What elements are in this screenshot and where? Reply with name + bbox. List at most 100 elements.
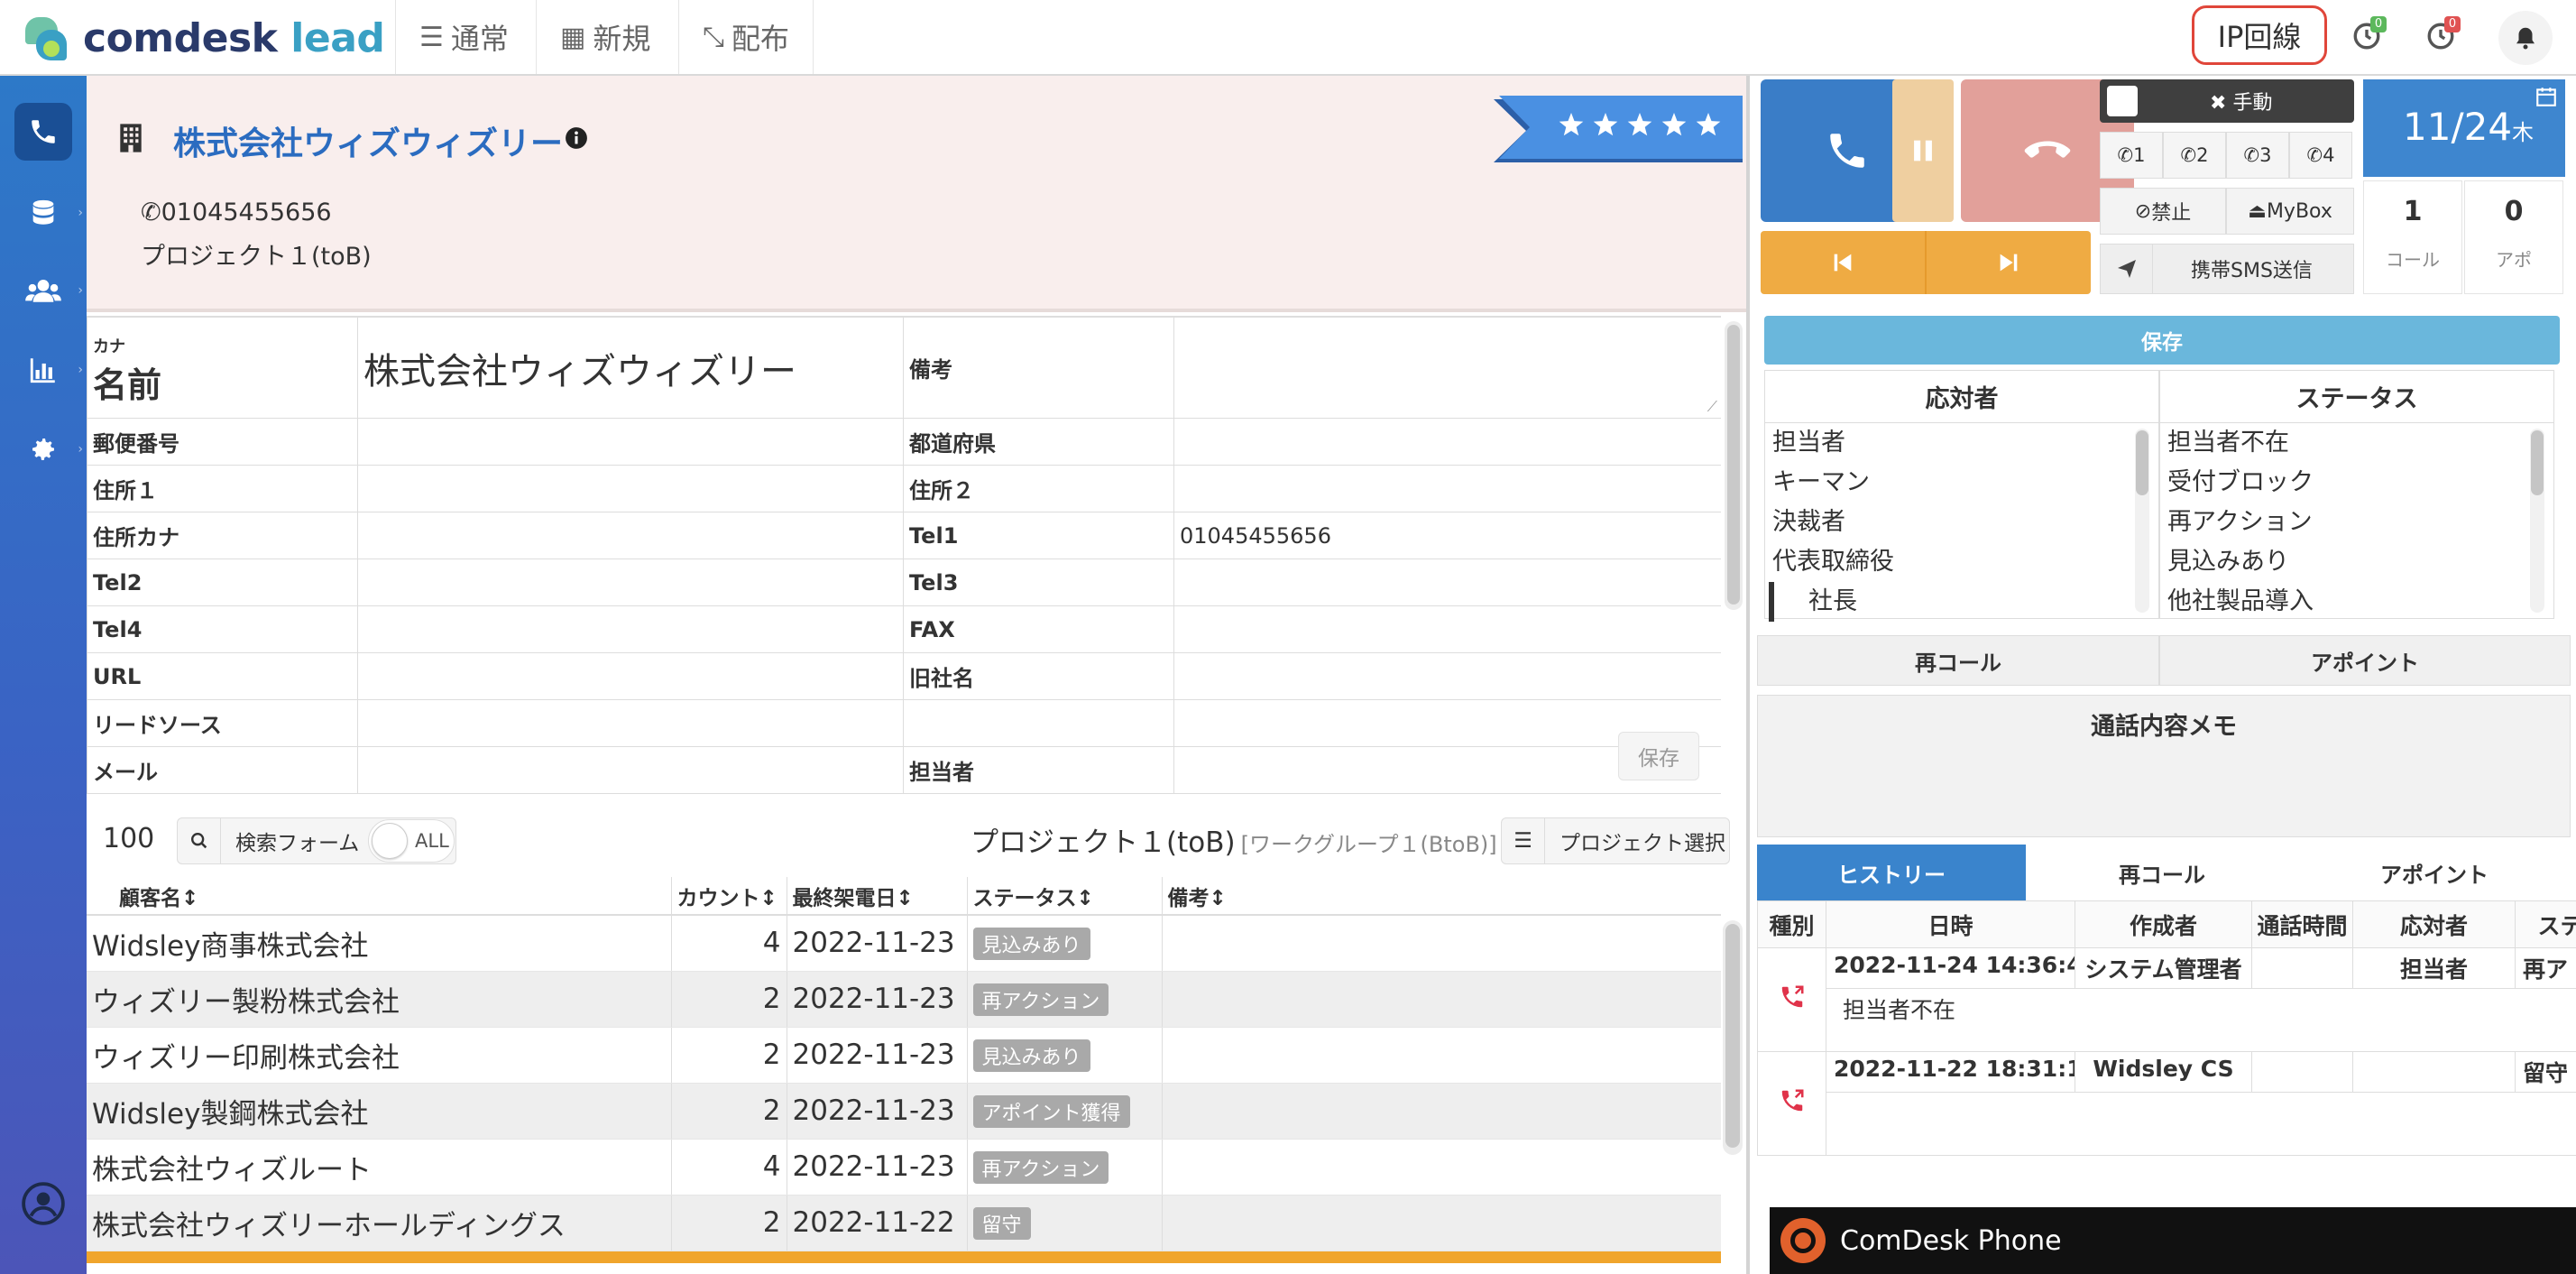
field-value[interactable]: [1173, 465, 1721, 512]
sidebar-item-users[interactable]: ›: [14, 262, 83, 319]
call-memo[interactable]: 通話内容メモ: [1757, 695, 2571, 837]
manual-mode-toggle[interactable]: ✖ 手動: [2100, 79, 2354, 123]
history-icon-red[interactable]: 0: [2417, 13, 2464, 60]
company-phone[interactable]: ✆01045455656: [141, 198, 332, 226]
status-scrollbar[interactable]: [2530, 429, 2544, 613]
customer-name[interactable]: ウィズリー製粉株式会社: [87, 971, 672, 1028]
status-item[interactable]: 受付ブロック: [2160, 463, 2553, 503]
nav-new[interactable]: ▦ 新規: [536, 0, 674, 74]
comdesk-phone-bar[interactable]: ComDesk Phone: [1770, 1207, 2576, 1274]
tab-appointment[interactable]: アポイント: [2298, 845, 2571, 900]
field-value[interactable]: [1173, 418, 1721, 466]
appointment-button[interactable]: アポイント: [2159, 635, 2571, 686]
col-note[interactable]: 備考↕: [1162, 877, 1721, 916]
history-row[interactable]: 2022-11-22 18:31:19 Widsley CS 留守: [1757, 1051, 2576, 1156]
company-name[interactable]: 株式会社ウィズウィズリー: [173, 117, 563, 164]
hold-button[interactable]: [1892, 79, 1954, 222]
table-row[interactable]: Widsley製鋼株式会社 2 2022-11-23 アポイント獲得: [87, 1083, 1721, 1140]
status-item[interactable]: 担当者不在: [2160, 423, 2553, 463]
customer-name[interactable]: Widsley商事株式会社: [87, 915, 672, 972]
recall-button[interactable]: 再コール: [1757, 635, 2159, 686]
responder-item[interactable]: 決裁者: [1765, 503, 2158, 542]
tab-recall[interactable]: 再コール: [2026, 845, 2298, 900]
info-icon[interactable]: [565, 126, 588, 150]
sms-send-button[interactable]: 携帯SMS送信: [2100, 244, 2354, 294]
line-2-button[interactable]: ✆ 2: [2163, 132, 2226, 179]
star-rating[interactable]: [1494, 96, 1743, 166]
call-save-button[interactable]: 保存: [1764, 316, 2560, 365]
customer-name[interactable]: 株式会社ウィズリーホールディングス: [87, 1195, 672, 1251]
mybox-button[interactable]: ⏏ MyBox: [2226, 188, 2354, 235]
sidebar-item-settings[interactable]: ›: [14, 420, 83, 478]
detail-scrollbar[interactable]: [1725, 321, 1743, 610]
col-customer-name[interactable]: 顧客名↕: [87, 877, 672, 916]
field-value[interactable]: [1173, 559, 1721, 606]
sidebar-item-reports[interactable]: ›: [14, 341, 83, 399]
field-value[interactable]: [357, 746, 904, 794]
notification-bell-icon[interactable]: [2498, 11, 2553, 65]
table-row[interactable]: 株式会社ウィズルート 4 2022-11-23 再アクション: [87, 1139, 1721, 1196]
table-row[interactable]: ウィズリー製粉株式会社 2 2022-11-23 再アクション: [87, 971, 1721, 1028]
responder-item[interactable]: 担当者: [1765, 423, 2158, 463]
field-value[interactable]: [357, 652, 904, 700]
name-field[interactable]: 株式会社ウィズウィズリー: [357, 317, 904, 419]
sidebar-item-database[interactable]: ›: [14, 184, 83, 242]
responder-title: 応対者: [1765, 371, 2158, 423]
selected-row-strip[interactable]: [87, 1251, 1721, 1263]
field-value[interactable]: [357, 559, 904, 606]
field-value[interactable]: 01045455656: [1173, 512, 1721, 559]
field-value[interactable]: [357, 699, 904, 747]
table-row[interactable]: 株式会社ウィズリーホールディングス 2 2022-11-22 留守: [87, 1195, 1721, 1251]
line-4-button[interactable]: ✆ 4: [2289, 132, 2352, 179]
detail-save-button[interactable]: 保存: [1618, 732, 1699, 780]
line-1-button[interactable]: ✆ 1: [2100, 132, 2163, 179]
table-row[interactable]: Widsley商事株式会社 4 2022-11-23 見込みあり: [87, 915, 1721, 972]
responder-item[interactable]: キーマン: [1765, 463, 2158, 503]
customer-scrollbar[interactable]: [1723, 920, 1743, 1155]
col-status[interactable]: ステータス↕: [967, 877, 1163, 916]
history-sub-status: [1826, 1092, 2576, 1156]
note-textarea[interactable]: ⟋: [1173, 317, 1721, 419]
workgroup-name: [ワークグループ１(BtoB)]: [1240, 832, 1497, 857]
ip-line-button[interactable]: IP回線: [2192, 5, 2327, 65]
nav-distribute[interactable]: ⤡ 配布: [678, 0, 814, 74]
field-label: リードソース: [87, 699, 358, 747]
field-value[interactable]: [357, 465, 904, 512]
status-item[interactable]: 見込みあり: [2160, 542, 2553, 582]
tab-history[interactable]: ヒストリー: [1757, 845, 2026, 900]
responder-item[interactable]: 社長: [1769, 582, 2158, 622]
line-3-button[interactable]: ✆ 3: [2226, 132, 2289, 179]
all-toggle[interactable]: ALL: [368, 819, 455, 863]
status-item[interactable]: 他社製品導入: [2160, 582, 2553, 622]
status-item[interactable]: 再アクション: [2160, 503, 2553, 542]
field-value[interactable]: [1173, 605, 1721, 653]
field-value[interactable]: [357, 418, 904, 466]
customer-name[interactable]: 株式会社ウィズルート: [87, 1139, 672, 1196]
field-value[interactable]: [357, 605, 904, 653]
resize-handle-icon[interactable]: ⟋: [1707, 398, 1717, 416]
project-select-button[interactable]: ☰ プロジェクト選択: [1501, 817, 1730, 864]
field-value[interactable]: [1173, 652, 1721, 700]
history-row[interactable]: 2022-11-24 14:36:40 システム管理者 担当者 再ア: [1757, 947, 2576, 1052]
field-value[interactable]: [357, 512, 904, 559]
responder-item[interactable]: 代表取締役: [1765, 542, 2158, 582]
responder-scrollbar[interactable]: [2135, 429, 2149, 613]
sidebar-item-phone[interactable]: [14, 103, 72, 161]
manual-checkbox[interactable]: [2107, 86, 2138, 116]
customer-name[interactable]: ウィズリー印刷株式会社: [87, 1027, 672, 1084]
ban-button[interactable]: ⊘ 禁止: [2100, 188, 2226, 235]
next-button[interactable]: [1925, 231, 2091, 294]
col-count[interactable]: カウント↕: [671, 877, 787, 916]
page-size[interactable]: 100: [103, 823, 154, 854]
sidebar-user-profile[interactable]: [14, 1175, 72, 1232]
nav-normal[interactable]: ☰ 通常: [395, 0, 532, 74]
customer-name[interactable]: Widsley製鋼株式会社: [87, 1083, 672, 1140]
calendar-icon[interactable]: [2535, 85, 2558, 108]
history-icon-green[interactable]: 0: [2343, 13, 2390, 60]
history-sub-status: 担当者不在: [1826, 988, 2576, 1052]
previous-button[interactable]: [1761, 231, 1925, 294]
table-row[interactable]: ウィズリー印刷株式会社 2 2022-11-23 見込みあり: [87, 1027, 1721, 1084]
outgoing-call-icon: [1757, 947, 1826, 1052]
app-logo[interactable]: comdesk lead: [20, 9, 385, 67]
col-last-call[interactable]: 最終架電日↕: [787, 877, 968, 916]
